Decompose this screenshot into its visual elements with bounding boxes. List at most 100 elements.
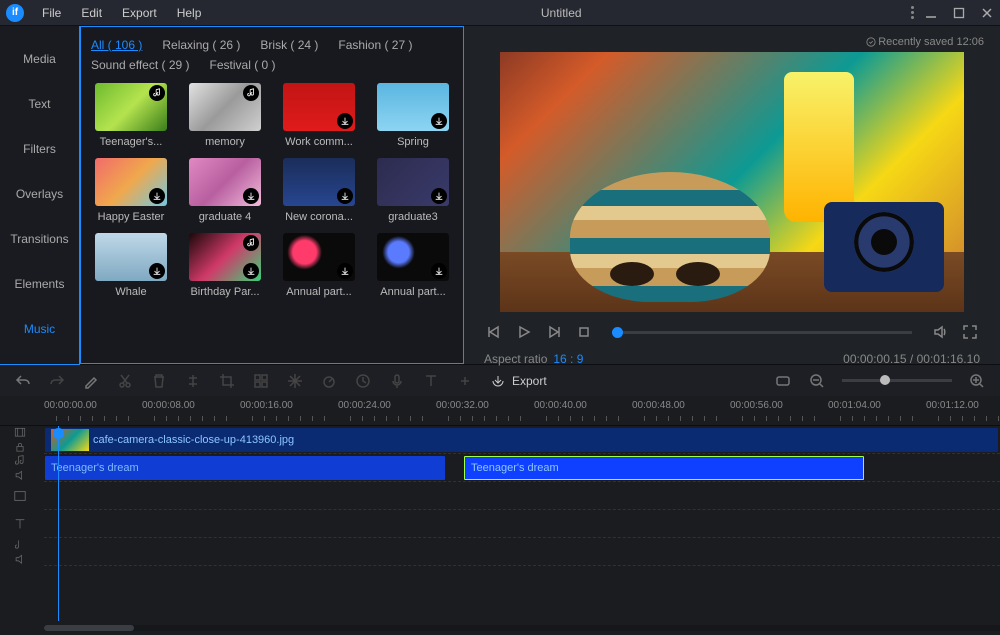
thumbnail[interactable]: [283, 83, 355, 131]
fullscreen-button[interactable]: [960, 322, 980, 342]
sidebar-item-filters[interactable]: Filters: [0, 126, 79, 171]
download-icon[interactable]: [149, 188, 165, 204]
menu-file[interactable]: File: [32, 6, 71, 20]
mosaic-button[interactable]: [252, 372, 270, 390]
zoom-out-button[interactable]: [808, 372, 826, 390]
audio-track[interactable]: Teenager's dream Teenager's dream: [44, 454, 1000, 482]
h-scrollbar[interactable]: [0, 621, 1000, 635]
thumbnail[interactable]: [377, 158, 449, 206]
overlay-track[interactable]: [44, 482, 1000, 510]
download-icon[interactable]: [337, 263, 353, 279]
play-button[interactable]: [514, 322, 534, 342]
text-button[interactable]: [422, 372, 440, 390]
playback-controls: [480, 322, 984, 342]
thumbnail[interactable]: [95, 83, 167, 131]
audio-clip-2[interactable]: Teenager's dream: [464, 456, 864, 480]
export-button[interactable]: Export: [490, 373, 547, 389]
menu-export[interactable]: Export: [112, 6, 167, 20]
mute-icon[interactable]: [13, 469, 27, 482]
download-icon[interactable]: [431, 188, 447, 204]
music-icon: [149, 85, 165, 101]
thumbnail[interactable]: [95, 233, 167, 281]
cut-button[interactable]: [116, 372, 134, 390]
media-library: All ( 106 ) Relaxing ( 26 ) Brisk ( 24 ) Fa…: [80, 26, 464, 364]
prev-button[interactable]: [484, 322, 504, 342]
redo-button[interactable]: [48, 372, 66, 390]
thumbnail[interactable]: [189, 158, 261, 206]
download-icon[interactable]: [431, 113, 447, 129]
download-icon[interactable]: [149, 263, 165, 279]
fit-button[interactable]: [774, 372, 792, 390]
thumbnail[interactable]: [283, 233, 355, 281]
split-button[interactable]: [184, 372, 202, 390]
text-track[interactable]: [44, 510, 1000, 538]
ruler-tick: 00:00:32.00: [436, 400, 489, 411]
mute-icon[interactable]: [13, 553, 27, 566]
zoom-slider[interactable]: [842, 379, 952, 382]
video-track[interactable]: cafe-camera-classic-close-up-413960.jpg: [44, 426, 1000, 454]
category-all[interactable]: All ( 106 ): [91, 35, 142, 55]
download-icon[interactable]: [337, 113, 353, 129]
voice-button[interactable]: [388, 372, 406, 390]
thumb-item: graduate 4: [185, 158, 265, 223]
thumbnail[interactable]: [377, 83, 449, 131]
menu-help[interactable]: Help: [167, 6, 212, 20]
category-relaxing[interactable]: Relaxing ( 26 ): [162, 35, 240, 55]
zoom-in-button[interactable]: [968, 372, 986, 390]
stop-button[interactable]: [574, 322, 594, 342]
thumbnail-grid: Teenager's...memoryWork comm...SpringHap…: [91, 83, 453, 298]
download-icon[interactable]: [431, 263, 447, 279]
thumbnail[interactable]: [377, 233, 449, 281]
playhead[interactable]: [58, 426, 59, 621]
download-icon[interactable]: [337, 188, 353, 204]
speed-button[interactable]: [320, 372, 338, 390]
category-festival[interactable]: Festival ( 0 ): [210, 55, 276, 75]
seek-slider[interactable]: [612, 331, 912, 334]
minimize-button[interactable]: [924, 6, 938, 20]
maximize-button[interactable]: [952, 6, 966, 20]
freeze-button[interactable]: [286, 372, 304, 390]
thumbnail-label: Birthday Par...: [186, 286, 264, 298]
sidebar-item-music[interactable]: Music: [0, 306, 79, 351]
ruler-tick: 00:01:04.00: [828, 400, 881, 411]
edit-button[interactable]: [82, 372, 100, 390]
sidebar-item-text[interactable]: Text: [0, 81, 79, 126]
document-title: Untitled: [211, 6, 911, 20]
download-icon[interactable]: [243, 263, 259, 279]
lock-icon[interactable]: [13, 441, 27, 454]
thumbnail-label: Annual part...: [280, 286, 358, 298]
detach-button[interactable]: [456, 372, 474, 390]
undo-button[interactable]: [14, 372, 32, 390]
audio-clip-1[interactable]: Teenager's dream: [45, 456, 445, 480]
category-fashion[interactable]: Fashion ( 27 ): [338, 35, 412, 55]
thumb-item: Work comm...: [279, 83, 359, 148]
video-clip[interactable]: cafe-camera-classic-close-up-413960.jpg: [45, 428, 998, 452]
sidebar-item-media[interactable]: Media: [0, 36, 79, 81]
close-button[interactable]: [980, 6, 994, 20]
thumbnail-label: Spring: [374, 136, 452, 148]
thumbnail[interactable]: [95, 158, 167, 206]
ruler-tick: 00:01:12.00: [926, 400, 979, 411]
delete-button[interactable]: [150, 372, 168, 390]
duration-button[interactable]: [354, 372, 372, 390]
sidebar-item-transitions[interactable]: Transitions: [0, 216, 79, 261]
aspect-value[interactable]: 16 : 9: [553, 352, 583, 366]
sidebar-item-overlays[interactable]: Overlays: [0, 171, 79, 216]
preview-frame[interactable]: [500, 52, 964, 312]
category-brisk[interactable]: Brisk ( 24 ): [260, 35, 318, 55]
menu-edit[interactable]: Edit: [71, 6, 112, 20]
sidebar-item-elements[interactable]: Elements: [0, 261, 79, 306]
time-ruler[interactable]: 00:00:00.0000:00:08.0000:00:16.0000:00:2…: [0, 396, 1000, 426]
thumbnail[interactable]: [283, 158, 355, 206]
volume-button[interactable]: [930, 322, 950, 342]
next-button[interactable]: [544, 322, 564, 342]
thumbnail-label: Whale: [92, 286, 170, 298]
crop-button[interactable]: [218, 372, 236, 390]
music-track-2[interactable]: [44, 538, 1000, 566]
more-icon[interactable]: [911, 6, 914, 19]
thumbnail[interactable]: [189, 83, 261, 131]
thumbnail[interactable]: [189, 233, 261, 281]
download-icon[interactable]: [243, 188, 259, 204]
ruler-tick: 00:00:00.00: [44, 400, 97, 411]
category-sound-effect[interactable]: Sound effect ( 29 ): [91, 55, 190, 75]
